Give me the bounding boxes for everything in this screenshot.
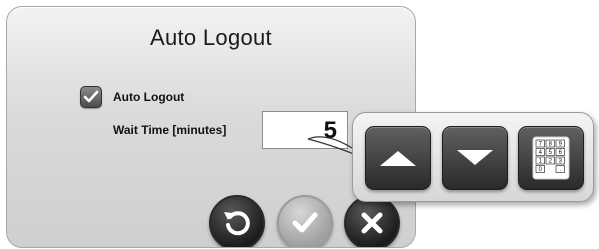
wait-time-label: Wait Time [minutes] [113,123,227,137]
undo-icon [224,211,250,236]
increment-button[interactable] [365,126,431,190]
arrow-down-icon [457,150,493,165]
reset-button[interactable] [209,195,265,247]
decrement-button[interactable] [442,126,508,190]
close-icon [361,212,383,234]
auto-logout-row: Auto Logout [80,86,184,108]
keypad-button[interactable]: 7894561230. [518,126,584,190]
dialog-title: Auto Logout [150,25,272,50]
checkmark-icon [83,90,99,103]
cancel-button[interactable] [344,195,400,247]
arrow-up-icon [380,151,416,166]
spinner-popup: 7894561230. [352,112,594,202]
auto-logout-label: Auto Logout [113,90,185,104]
confirm-button[interactable] [277,195,333,247]
check-icon [292,212,318,233]
keypad-icon: 7 8 94 5 61 2 30. [532,136,570,180]
auto-logout-checkbox[interactable] [80,86,102,108]
